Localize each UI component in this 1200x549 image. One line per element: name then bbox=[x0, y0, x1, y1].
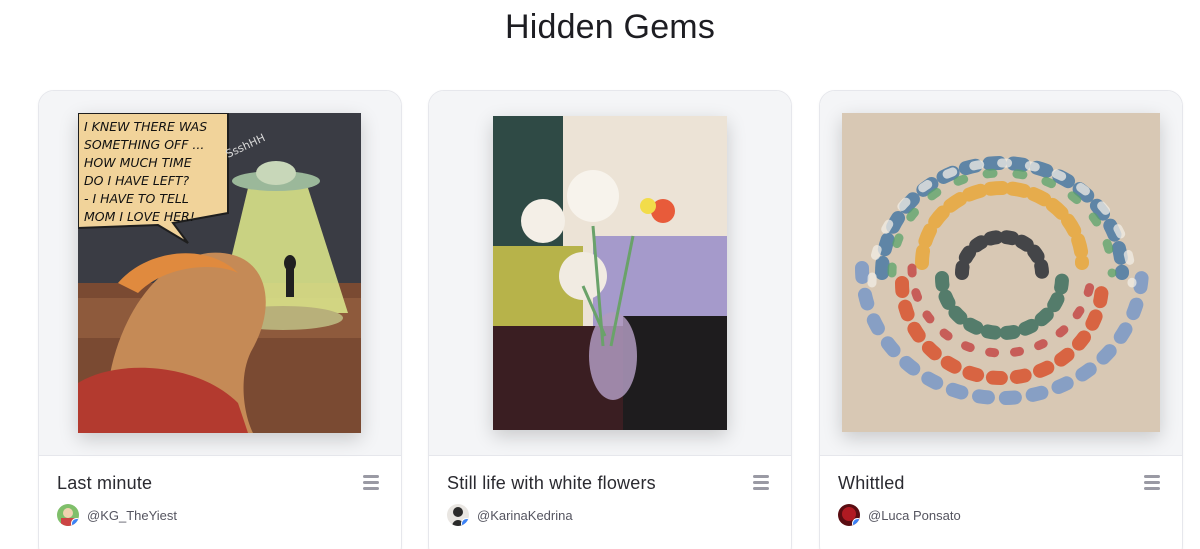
artwork-card[interactable]: I KNEW THERE WAS SOMETHING OFF ... HOW M… bbox=[38, 90, 402, 549]
menu-bar bbox=[1144, 481, 1160, 484]
abstract-artwork bbox=[842, 113, 1160, 432]
comic-artwork: I KNEW THERE WAS SOMETHING OFF ... HOW M… bbox=[78, 113, 361, 433]
artwork-image[interactable]: I KNEW THERE WAS SOMETHING OFF ... HOW M… bbox=[78, 113, 361, 433]
card-title[interactable]: Still life with white flowers bbox=[447, 473, 656, 494]
avatar[interactable] bbox=[838, 504, 860, 526]
menu-bar bbox=[363, 487, 379, 490]
verified-badge-icon bbox=[461, 518, 469, 526]
card-title[interactable]: Whittled bbox=[838, 473, 905, 494]
verified-badge-icon bbox=[71, 518, 79, 526]
menu-bar bbox=[363, 481, 379, 484]
verified-badge-icon bbox=[852, 518, 860, 526]
author-link[interactable]: @KG_TheYiest bbox=[57, 504, 177, 526]
menu-bar bbox=[1144, 487, 1160, 490]
card-media[interactable] bbox=[429, 91, 791, 456]
menu-bar bbox=[363, 475, 379, 478]
author-link[interactable]: @KarinaKedrina bbox=[447, 504, 573, 526]
still-life-artwork bbox=[493, 116, 727, 430]
card-media[interactable]: I KNEW THERE WAS SOMETHING OFF ... HOW M… bbox=[39, 91, 401, 456]
comic-line-1: I KNEW THERE WAS bbox=[84, 119, 207, 134]
menu-icon[interactable] bbox=[363, 475, 379, 491]
comic-line-3: HOW MUCH TIME bbox=[84, 155, 192, 170]
comic-line-6: MOM I LOVE HER! bbox=[84, 209, 195, 224]
avatar[interactable] bbox=[57, 504, 79, 526]
artwork-image[interactable] bbox=[493, 116, 727, 430]
menu-bar bbox=[1144, 475, 1160, 478]
author-name[interactable]: @KarinaKedrina bbox=[477, 508, 573, 523]
avatar[interactable] bbox=[447, 504, 469, 526]
section-title: Hidden Gems bbox=[504, 8, 716, 46]
author-name[interactable]: @Luca Ponsato bbox=[868, 508, 961, 523]
artwork-card[interactable]: Still life with white flowers @KarinaKed… bbox=[428, 90, 792, 549]
artwork-image[interactable] bbox=[842, 113, 1160, 432]
menu-bar bbox=[753, 481, 769, 484]
menu-bar bbox=[753, 475, 769, 478]
comic-line-2: SOMETHING OFF ... bbox=[84, 137, 204, 152]
menu-icon[interactable] bbox=[753, 475, 769, 491]
card-title[interactable]: Last minute bbox=[57, 473, 152, 494]
author-name[interactable]: @KG_TheYiest bbox=[87, 508, 177, 523]
comic-line-5: - I HAVE TO TELL bbox=[84, 191, 189, 206]
menu-bar bbox=[753, 487, 769, 490]
card-media[interactable] bbox=[820, 91, 1182, 456]
comic-line-4: DO I HAVE LEFT? bbox=[84, 173, 190, 188]
author-link[interactable]: @Luca Ponsato bbox=[838, 504, 961, 526]
artwork-card[interactable]: Whittled @Luca Ponsato bbox=[819, 90, 1183, 549]
menu-icon[interactable] bbox=[1144, 475, 1160, 491]
page: Hidden Gems I KNEW THERE WAS SOMETHING O… bbox=[0, 0, 1200, 549]
